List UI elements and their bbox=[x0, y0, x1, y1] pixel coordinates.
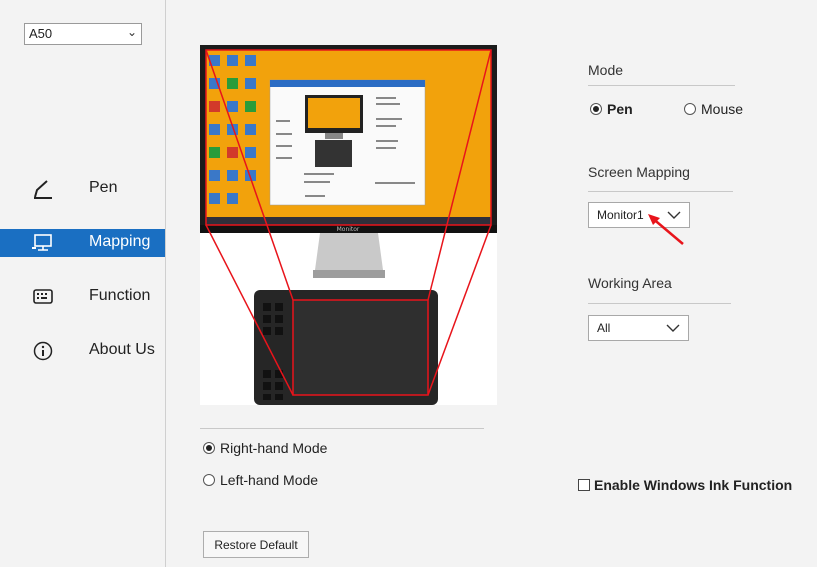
sidebar-item-label: Pen bbox=[89, 179, 118, 196]
monitor-icon bbox=[32, 234, 52, 251]
left-hand-mode-radio[interactable]: Left-hand Mode bbox=[203, 472, 318, 488]
pen-icon bbox=[34, 180, 52, 199]
mode-pen-radio[interactable]: Pen bbox=[590, 101, 633, 117]
radio-checked-icon bbox=[590, 103, 602, 115]
mode-heading: Mode bbox=[588, 62, 624, 78]
chevron-down-icon bbox=[666, 324, 680, 332]
sidebar-item-mapping[interactable]: Mapping bbox=[0, 229, 165, 257]
radio-unchecked-icon bbox=[203, 474, 215, 486]
windows-ink-label: Enable Windows Ink Function bbox=[594, 477, 793, 493]
working-area-select[interactable]: All bbox=[588, 315, 689, 341]
right-hand-mode-label: Right-hand Mode bbox=[220, 440, 328, 456]
working-area-value: All bbox=[597, 321, 611, 335]
annotation-arrow-icon bbox=[648, 214, 684, 245]
sidebar-item-label: Mapping bbox=[89, 233, 151, 250]
mapping-preview: Monitor bbox=[200, 45, 497, 405]
windows-ink-checkbox[interactable]: Enable Windows Ink Function bbox=[578, 477, 792, 493]
keyboard-icon bbox=[33, 289, 53, 304]
chevron-down-icon: ⌄ bbox=[126, 25, 137, 39]
mode-mouse-radio[interactable]: Mouse bbox=[684, 101, 743, 117]
mode-mouse-label: Mouse bbox=[701, 101, 744, 117]
left-hand-mode-label: Left-hand Mode bbox=[220, 472, 319, 488]
monitor-brand-label: Monitor bbox=[337, 226, 360, 233]
sidebar-item-function[interactable]: Function bbox=[0, 283, 165, 311]
mode-pen-label: Pen bbox=[607, 101, 633, 117]
hand-mode-divider bbox=[200, 428, 484, 429]
screen-mapping-divider bbox=[588, 191, 733, 192]
working-area-heading: Working Area bbox=[588, 275, 672, 291]
sidebar-item-label: About Us bbox=[89, 341, 155, 358]
mode-divider bbox=[588, 85, 735, 86]
screen-mapping-heading: Screen Mapping bbox=[588, 164, 690, 180]
restore-default-button[interactable]: Restore Default bbox=[203, 531, 309, 558]
sidebar: A50 ⌄ Pen Mapping Function About Us bbox=[0, 0, 166, 567]
radio-unchecked-icon bbox=[684, 103, 696, 115]
screen-mapping-value: Monitor1 bbox=[597, 208, 644, 222]
info-icon bbox=[33, 341, 53, 361]
working-area-divider bbox=[588, 303, 731, 304]
right-hand-mode-radio[interactable]: Right-hand Mode bbox=[203, 440, 327, 456]
mapping-illustration: Monitor bbox=[200, 45, 497, 405]
sidebar-item-label: Function bbox=[89, 287, 151, 304]
radio-checked-icon bbox=[203, 442, 215, 454]
checkbox-unchecked-icon bbox=[578, 479, 590, 491]
device-select-value: A50 bbox=[29, 26, 53, 41]
sidebar-item-about-us[interactable]: About Us bbox=[0, 337, 165, 365]
sidebar-item-pen[interactable]: Pen bbox=[0, 175, 165, 203]
device-select[interactable]: A50 ⌄ bbox=[24, 23, 142, 45]
